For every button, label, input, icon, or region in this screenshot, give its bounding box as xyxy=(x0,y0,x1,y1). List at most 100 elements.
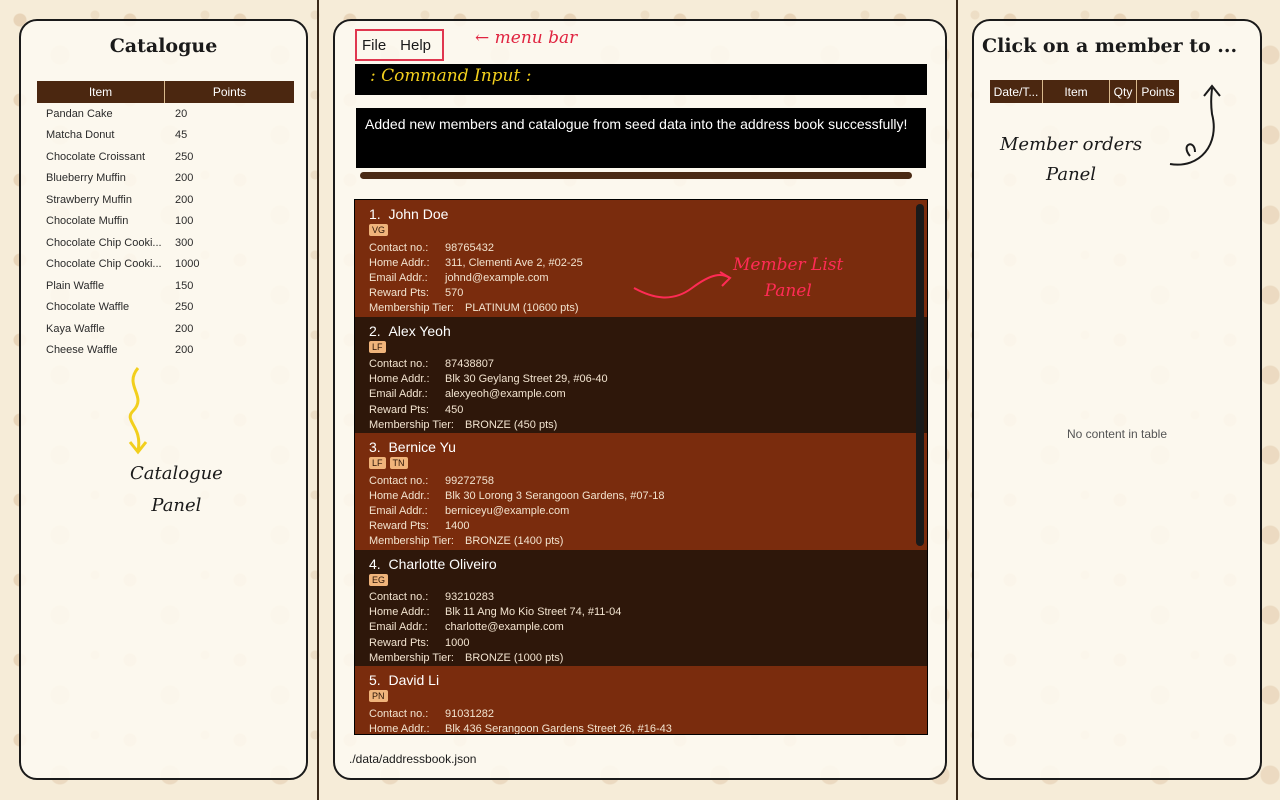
member-field-contact: Contact no.: 87438807 xyxy=(369,357,913,372)
member-list-arrow-icon xyxy=(633,271,732,299)
member-field-value: charlotte@example.com xyxy=(445,621,564,634)
member-index: 1. xyxy=(369,206,381,222)
member-tags: EG xyxy=(369,573,913,588)
catalogue-row[interactable]: Chocolate Chip Cooki... 1000 xyxy=(37,254,294,276)
orders-header-date[interactable]: Date/T... xyxy=(990,80,1043,103)
annotation-catalogue-line1: Catalogue xyxy=(130,463,223,484)
member-field-label: Reward Pts: xyxy=(369,403,429,416)
member-field-contact: Contact no.: 91031282 xyxy=(369,706,913,721)
member-field-value: 87438807 xyxy=(445,358,494,371)
menu-bar: File Help xyxy=(355,29,444,61)
member-field-contact: Contact no.: 99272758 xyxy=(369,473,913,488)
catalogue-item-points: 1000 xyxy=(175,258,200,271)
member-field-label: Reward Pts: xyxy=(369,636,429,649)
annotation-menu-bar: ← menu bar xyxy=(475,28,578,48)
catalogue-row[interactable]: Matcha Donut 45 xyxy=(37,125,294,147)
catalogue-row[interactable]: Chocolate Waffle 250 xyxy=(37,297,294,319)
catalogue-arrow-icon xyxy=(128,367,148,455)
member-field-label: Membership Tier: xyxy=(369,535,454,548)
catalogue-rows: Pandan Cake 20 Matcha Donut 45 Chocolate Cro… xyxy=(37,103,294,361)
catalogue-row[interactable]: Plain Waffle 150 xyxy=(37,275,294,297)
member-field-label: Reward Pts: xyxy=(369,287,429,300)
member-name-text: Alex Yeoh xyxy=(388,322,451,339)
member-field-contact: Contact no.: 93210283 xyxy=(369,590,913,605)
catalogue-row[interactable]: Kaya Waffle 200 xyxy=(37,318,294,340)
catalogue-header-item[interactable]: Item xyxy=(37,81,165,103)
member-index: 5. xyxy=(369,672,381,688)
menu-file[interactable]: File xyxy=(362,37,386,54)
member-name-text: David Li xyxy=(388,672,440,688)
catalogue-item-points: 300 xyxy=(175,236,194,249)
member-field-tier: Membership Tier: BRONZE (1400 pts) xyxy=(369,534,913,549)
member-field-reward: Reward Pts: 1400 xyxy=(369,519,913,534)
catalogue-title: Catalogue xyxy=(109,35,218,57)
member-field-value: 570 xyxy=(445,287,464,300)
member-card[interactable]: 4. Charlotte Oliveiro EG Contact no.: 93210… xyxy=(355,549,927,666)
catalogue-item-name: Strawberry Muffin xyxy=(46,193,132,206)
catalogue-row[interactable]: Chocolate Croissant 250 xyxy=(37,146,294,168)
member-field-value: PLATINUM (10600 pts) xyxy=(465,302,579,315)
member-name-text: John Doe xyxy=(388,206,449,222)
split-divider-right[interactable] xyxy=(956,0,958,800)
member-name: 2. Alex Yeoh xyxy=(369,323,913,339)
member-field-label: Home Addr.: xyxy=(369,256,430,269)
annotation-catalogue: Catalogue Panel xyxy=(130,458,223,522)
member-field-label: Reward Pts: xyxy=(369,520,429,533)
member-field-email: Email Addr.: charlotte@example.com xyxy=(369,620,913,635)
member-field-label: Contact no.: xyxy=(369,707,429,720)
main-panel: File Help Added new members and catalogu… xyxy=(333,19,947,780)
orders-header-qty[interactable]: Qty xyxy=(1110,80,1137,103)
member-field-label: Home Addr.: xyxy=(369,722,430,735)
member-card[interactable]: 5. David Li PN Contact no.: 91031282 Home Ad… xyxy=(355,666,927,735)
catalogue-item-points: 200 xyxy=(175,193,194,206)
catalogue-item-points: 200 xyxy=(175,344,194,357)
catalogue-row[interactable]: Pandan Cake 20 xyxy=(37,103,294,125)
member-field-label: Membership Tier: xyxy=(369,302,454,315)
catalogue-header-points[interactable]: Points xyxy=(165,81,294,103)
member-tag: LF xyxy=(369,340,386,353)
member-field-home: Home Addr.: Blk 436 Serangoon Gardens Str… xyxy=(369,721,913,735)
member-card[interactable]: 2. Alex Yeoh LF Contact no.: 87438807 Home A… xyxy=(355,316,927,433)
catalogue-item-name: Kaya Waffle xyxy=(46,322,105,335)
member-name-text: Bernice Yu xyxy=(388,439,456,455)
catalogue-item-name: Chocolate Chip Cooki... xyxy=(46,258,162,271)
member-card[interactable]: 3. Bernice Yu LF TN Contact no.: 99272758 Hom… xyxy=(355,433,927,550)
member-tag: EG xyxy=(369,573,389,586)
member-tags: LF TN xyxy=(369,457,913,471)
member-field-home: Home Addr.: Blk 11 Ang Mo Kio Street 74, … xyxy=(369,605,913,620)
menu-help[interactable]: Help xyxy=(400,37,431,54)
member-field-label: Contact no.: xyxy=(369,358,429,371)
member-field-label: Email Addr.: xyxy=(369,271,428,284)
catalogue-item-name: Cheese Waffle xyxy=(46,344,118,357)
catalogue-item-points: 200 xyxy=(175,322,194,335)
member-field-reward: Reward Pts: 450 xyxy=(369,402,913,417)
member-field-label: Home Addr.: xyxy=(369,489,430,502)
catalogue-row[interactable]: Chocolate Chip Cooki... 300 xyxy=(37,232,294,254)
orders-title: Click on a member to ... xyxy=(982,35,1238,57)
member-field-value: 1000 xyxy=(445,636,470,649)
member-field-label: Contact no.: xyxy=(369,591,429,604)
catalogue-row[interactable]: Chocolate Muffin 100 xyxy=(37,211,294,233)
orders-header-item[interactable]: Item xyxy=(1043,80,1110,103)
catalogue-row[interactable]: Blueberry Muffin 200 xyxy=(37,168,294,190)
catalogue-item-points: 150 xyxy=(175,279,194,292)
catalogue-row[interactable]: Cheese Waffle 200 xyxy=(37,340,294,362)
member-list-scrollbar[interactable] xyxy=(916,204,924,546)
member-field-label: Email Addr.: xyxy=(369,621,428,634)
member-field-value: 1400 xyxy=(445,520,470,533)
catalogue-item-points: 250 xyxy=(175,150,194,163)
member-field-label: Contact no.: xyxy=(369,474,429,487)
member-field-email: Email Addr.: berniceyu@example.com xyxy=(369,503,913,518)
status-bar-path: ./data/addressbook.json xyxy=(349,752,477,766)
member-field-label: Contact no.: xyxy=(369,241,429,254)
catalogue-item-points: 45 xyxy=(175,129,188,142)
member-tags: LF xyxy=(369,340,913,355)
member-field-label: Membership Tier: xyxy=(369,418,454,431)
split-divider-left[interactable] xyxy=(317,0,319,800)
member-field-label: Home Addr.: xyxy=(369,373,430,386)
result-display: Added new members and catalogue from see… xyxy=(356,108,926,168)
catalogue-row[interactable]: Strawberry Muffin 200 xyxy=(37,189,294,211)
member-field-home: Home Addr.: Blk 30 Geylang Street 29, #06… xyxy=(369,372,913,387)
member-field-label: Email Addr.: xyxy=(369,388,428,401)
annotation-member-orders: Member orders Panel xyxy=(1000,130,1142,190)
